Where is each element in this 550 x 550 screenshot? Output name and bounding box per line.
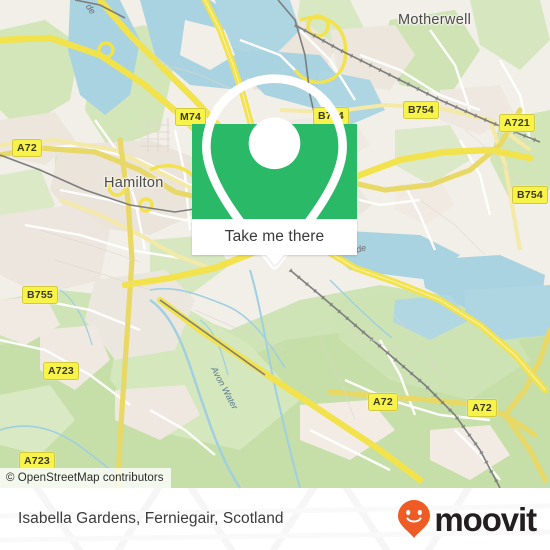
moovit-wordmark: moovit [434,500,537,538]
take-me-there-label: Take me there [224,228,325,245]
road-shield-a72-c[interactable]: A72 [467,399,497,417]
footer-bar: Isabella Gardens, Ferniegair, Scotland m… [0,488,550,550]
moovit-map-screen: Motherwell Hamilton M74 B754 B754 A721 A… [0,0,550,550]
popup-marker-area [192,73,357,270]
map-canvas[interactable]: Motherwell Hamilton M74 B754 B754 A721 A… [0,0,550,488]
location-popup-card[interactable]: Take me there [192,73,357,270]
road-shield-b755[interactable]: B755 [22,286,58,304]
road-shield-b754-c[interactable]: B754 [512,186,548,204]
location-title: Isabella Gardens, Ferniegair, Scotland [18,510,284,527]
moovit-smiley-pin-icon [398,500,431,538]
popup-pointer-tail [265,255,284,266]
road-shield-a723-a[interactable]: A723 [43,362,79,380]
popup-cta-bar[interactable]: Take me there [192,219,357,266]
road-shield-a72-b[interactable]: A72 [368,393,398,411]
moovit-brand[interactable]: moovit [397,499,537,539]
map-pin-icon [202,73,347,270]
road-shield-b754-b[interactable]: B754 [403,101,439,119]
osm-attribution[interactable]: © OpenStreetMap contributors [0,467,171,488]
road-shield-a72-a[interactable]: A72 [12,139,42,157]
road-shield-a721[interactable]: A721 [499,114,535,132]
